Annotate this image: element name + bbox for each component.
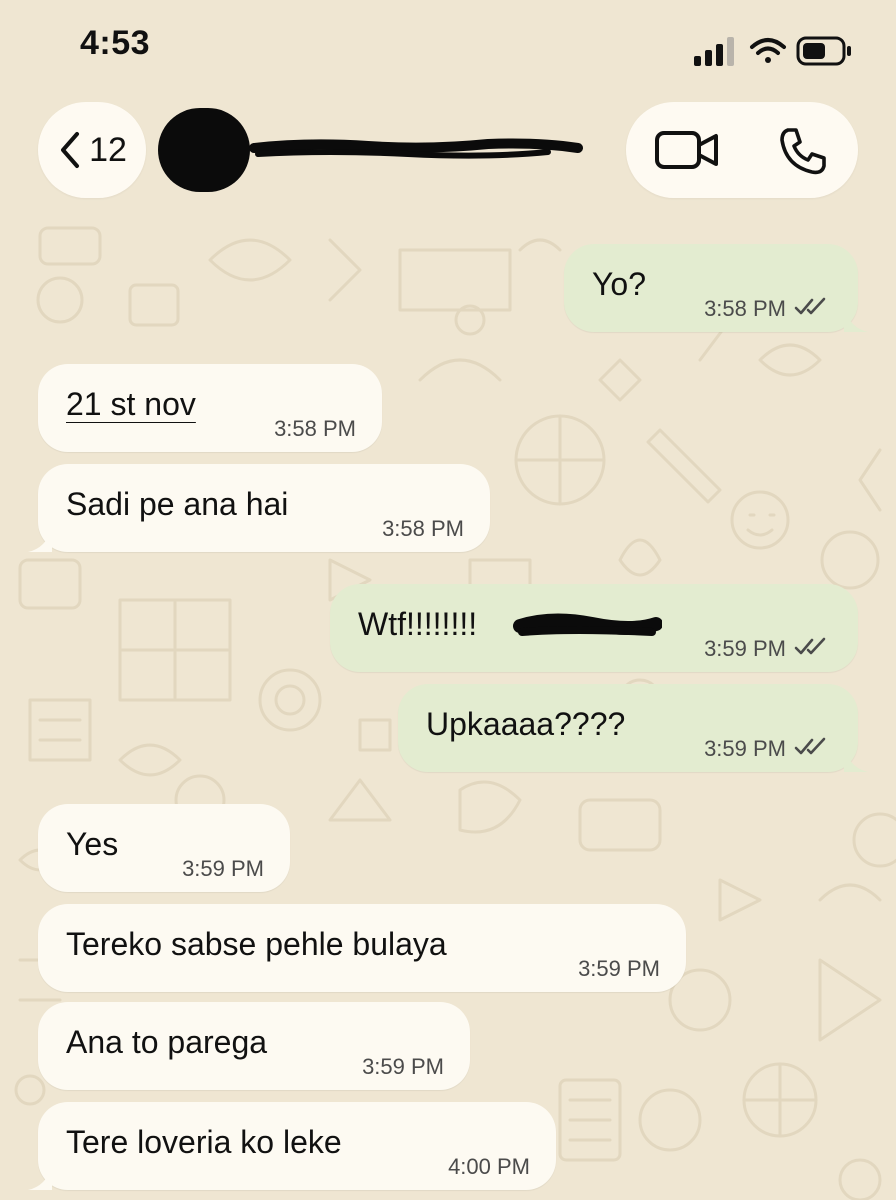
double-check-icon (794, 737, 826, 755)
message-time: 3:59 PM (362, 1054, 444, 1079)
message-bubble-incoming[interactable]: Sadi pe ana hai 3:58 PM (28, 464, 490, 552)
message-time: 3:58 PM (382, 516, 464, 541)
status-icons (694, 36, 851, 66)
bubble-tail (844, 308, 868, 332)
message-bubble-outgoing[interactable]: Wtf!!!!!!!! 3:59 PM (330, 584, 858, 672)
message-text-date-link[interactable]: 21 st nov (66, 384, 196, 424)
message-text: Upkaaaa???? (426, 706, 626, 742)
battery-icon (796, 36, 851, 66)
contact-name-redaction (249, 138, 583, 159)
message-time: 3:59 PM (578, 956, 660, 981)
message-redaction (513, 613, 662, 636)
message-time: 3:58 PM (704, 296, 786, 321)
message-bubble-incoming[interactable]: Yes 3:59 PM (38, 804, 290, 892)
message-text: Wtf!!!!!!!! (358, 606, 478, 642)
cellular-signal-icon (694, 37, 734, 66)
bubble-tail (28, 1166, 52, 1190)
back-button[interactable]: 12 (38, 102, 146, 198)
contact-avatar[interactable] (158, 108, 250, 192)
unread-count: 12 (89, 130, 127, 169)
message-text: Tereko sabse pehle bulaya (66, 926, 447, 962)
message-bubble-incoming[interactable]: 21 st nov 3:58 PM (38, 364, 382, 452)
voice-call-button[interactable] (776, 126, 830, 176)
message-bubble-outgoing[interactable]: Yo? 3:58 PM (564, 244, 868, 332)
wifi-icon (750, 38, 786, 63)
message-time: 3:59 PM (704, 636, 786, 661)
message-text: Yes (66, 826, 119, 862)
message-bubble-incoming[interactable]: Tere loveria ko leke 4:00 PM (28, 1102, 556, 1190)
message-text: Sadi pe ana hai (66, 486, 289, 522)
message-text: Yo? (592, 266, 646, 302)
message-text: Tere loveria ko leke (66, 1124, 342, 1160)
double-check-icon (794, 297, 826, 315)
bubble-tail (844, 748, 868, 772)
call-actions (626, 102, 858, 198)
message-bubble-outgoing[interactable]: Upkaaaa???? 3:59 PM (398, 684, 868, 772)
video-call-button[interactable] (654, 128, 720, 172)
status-time: 4:53 (80, 24, 151, 62)
double-check-icon (794, 637, 826, 655)
chevron-left-icon (61, 132, 80, 168)
bubble-tail (28, 528, 52, 552)
message-time: 3:59 PM (704, 736, 786, 761)
message-bubble-incoming[interactable]: Ana to parega 3:59 PM (38, 1002, 470, 1090)
phone-icon (780, 128, 826, 175)
message-time: 3:59 PM (182, 856, 264, 881)
message-bubble-incoming[interactable]: Tereko sabse pehle bulaya 3:59 PM (38, 904, 686, 992)
video-camera-icon (655, 131, 718, 169)
message-text: Ana to parega (66, 1024, 268, 1060)
message-time: 3:58 PM (274, 416, 356, 441)
message-time: 4:00 PM (448, 1154, 530, 1179)
